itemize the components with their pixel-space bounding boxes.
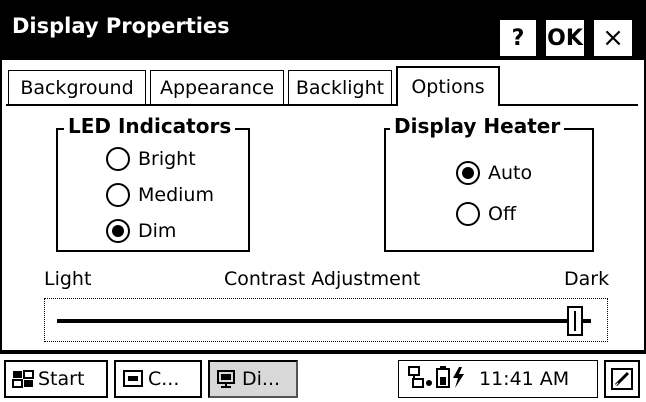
tab-divider xyxy=(6,104,638,106)
close-button[interactable]: × xyxy=(592,18,634,58)
radio-bright-label: Bright xyxy=(138,148,196,170)
window-title: Display Properties xyxy=(12,14,230,38)
help-button[interactable]: ? xyxy=(498,18,538,58)
start-label: Start xyxy=(38,368,85,390)
show-desktop-button[interactable] xyxy=(604,360,640,398)
tab-options[interactable]: Options xyxy=(396,66,500,106)
control-panel-icon xyxy=(123,370,143,387)
radio-auto[interactable]: Auto xyxy=(456,161,532,185)
taskbar-item-label: C... xyxy=(148,368,180,390)
system-tray: 11:41 AM xyxy=(398,360,598,398)
display-heater-group: Display Heater xyxy=(384,114,594,252)
contrast-label: Contrast Adjustment xyxy=(224,268,421,290)
tab-backlight[interactable]: Backlight xyxy=(288,70,392,104)
ok-button[interactable]: OK xyxy=(544,18,586,58)
radio-off-label: Off xyxy=(488,203,517,225)
network-battery-power-icon[interactable] xyxy=(407,365,469,393)
radio-off[interactable]: Off xyxy=(456,202,516,226)
slider-track xyxy=(57,319,591,323)
radio-checked-icon xyxy=(456,161,480,185)
tab-appearance[interactable]: Appearance xyxy=(150,70,284,104)
display-properties-dialog: Display Properties ? OK × Background App… xyxy=(0,0,646,352)
clock[interactable]: 11:41 AM xyxy=(479,368,569,390)
tab-background[interactable]: Background xyxy=(8,70,146,104)
radio-dim-label: Dim xyxy=(138,220,177,242)
taskbar-item-display[interactable]: Di... xyxy=(208,360,298,398)
radio-medium[interactable]: Medium xyxy=(106,183,214,207)
radio-circle-icon xyxy=(456,202,480,226)
title-bar: Display Properties ? OK × xyxy=(2,2,644,60)
radio-bright[interactable]: Bright xyxy=(106,147,196,171)
contrast-max-label: Dark xyxy=(564,268,610,290)
display-heater-title: Display Heater xyxy=(390,114,565,138)
taskbar-item-control-panel[interactable]: C... xyxy=(114,360,202,398)
contrast-slider[interactable] xyxy=(44,298,608,342)
radio-medium-label: Medium xyxy=(138,184,214,206)
taskbar: Start C... Di... 11:41 AM xyxy=(0,352,646,402)
pencil-icon xyxy=(611,368,633,390)
led-indicators-title: LED Indicators xyxy=(64,114,236,138)
start-button[interactable]: Start xyxy=(4,360,108,398)
display-icon xyxy=(217,370,235,388)
slider-thumb[interactable] xyxy=(566,306,583,336)
radio-dim[interactable]: Dim xyxy=(106,219,176,243)
radio-circle-icon xyxy=(106,183,130,207)
start-icon xyxy=(12,370,34,388)
radio-circle-icon xyxy=(106,147,130,171)
radio-checked-icon xyxy=(106,219,130,243)
radio-auto-label: Auto xyxy=(488,162,533,184)
contrast-min-label: Light xyxy=(44,268,92,290)
taskbar-item-label: Di... xyxy=(242,368,281,390)
